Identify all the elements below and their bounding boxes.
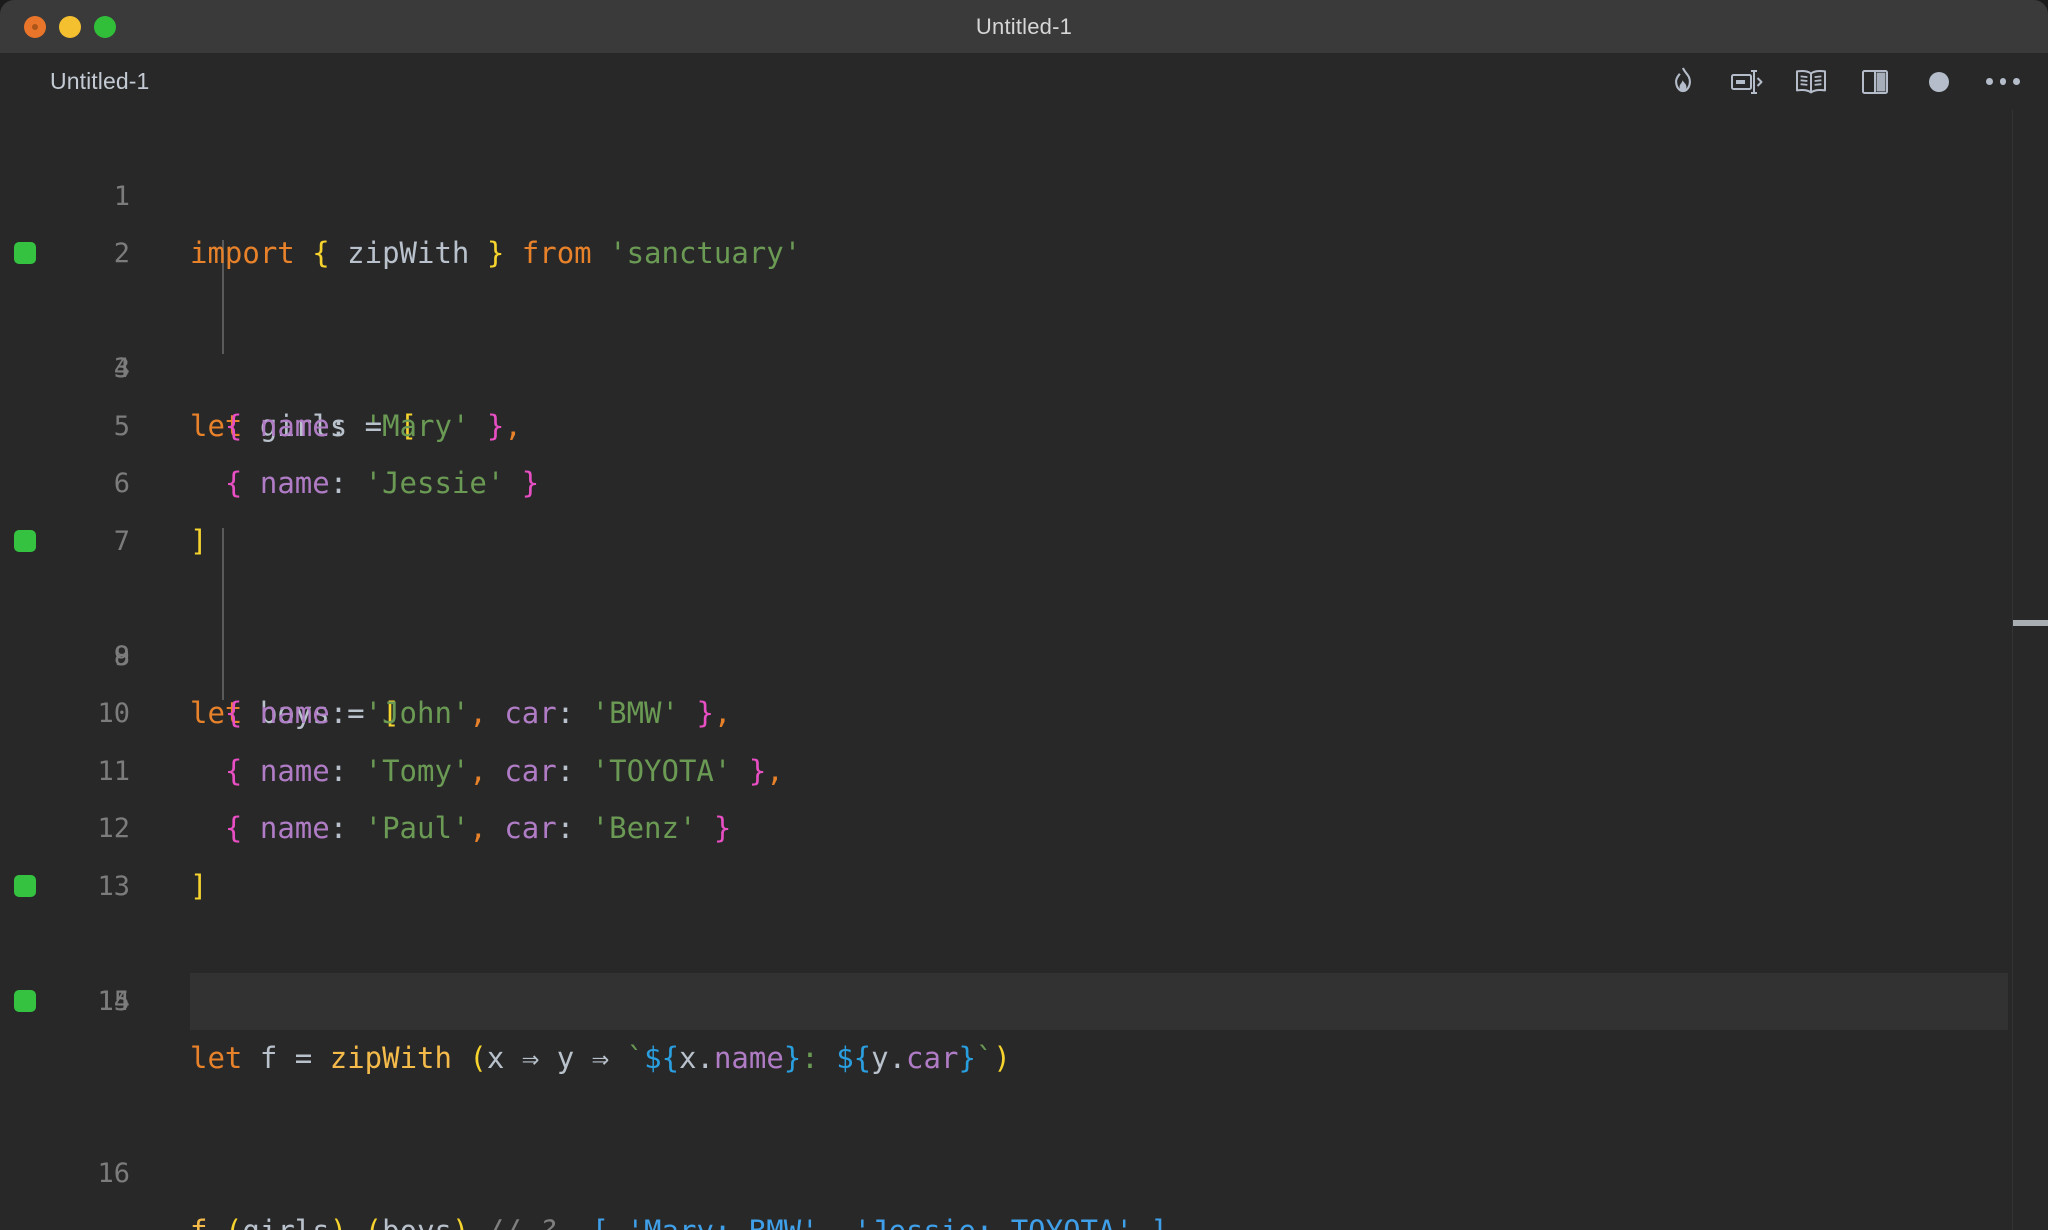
quokka-gutter-marker [14,242,36,264]
code-line[interactable]: 3 let girls = [ [0,225,2048,443]
token-paren-close: ) [993,1041,1011,1075]
editor-tabbar: Untitled-1 [0,53,2048,110]
token-param-x: x [486,1041,505,1075]
maximize-window-button[interactable] [94,15,116,38]
code-line[interactable]: 10 { name: 'Tomy', car: 'TOYOTA' }, [0,628,2048,788]
window-title: Untitled-1 [975,13,1073,39]
open-book-icon[interactable] [1794,65,1828,99]
token-paren-close: ) [452,1214,469,1230]
more-dot-3 [2013,78,2021,85]
token-backtick-close: ` [975,1041,994,1075]
code-line[interactable]: 12 ] [0,743,2048,903]
close-window-button[interactable] [24,15,46,38]
code-line[interactable]: 4 { name: 'Mary' }, [0,283,2048,443]
token-prop-name: name [713,1041,784,1075]
editor-toolbar [1666,53,2021,110]
code-line[interactable]: 1 import { zipWith } from 'sanctuary' [0,110,2048,271]
token-expr-close-1: } [783,1041,802,1075]
code-editor[interactable]: 1 import { zipWith } from 'sanctuary' 2 … [0,110,2048,1230]
line-content: f (girls) (boys) // ? [ 'Mary: BMW', 'Je… [190,1203,1168,1230]
overview-ruler-marker [2013,620,2048,626]
minimize-window-button[interactable] [59,15,81,38]
code-line[interactable]: 14 let f = zipWith (x ⇒ y ⇒ `${x.name}: … [0,858,2048,1075]
code-surface[interactable]: 1 import { zipWith } from 'sanctuary' 2 … [0,110,2048,1230]
token-arg-boys: boys [382,1214,452,1230]
more-actions-icon[interactable] [1986,65,2021,99]
split-editor-icon[interactable] [1858,65,1892,99]
line-content: let f = zipWith (x ⇒ y ⇒ `${x.name}: ${y… [190,1030,1011,1088]
more-dot-2 [1999,78,2007,85]
token-prop-car: car [906,1041,959,1075]
code-line[interactable]: 13 [0,800,2048,902]
window-titlebar: Untitled-1 [0,0,2048,53]
quokka-gutter-marker [14,874,36,897]
token-var-f: f [259,1041,278,1075]
code-line[interactable]: 6 ] [0,398,2048,558]
code-line[interactable]: 9 { name: 'John', car: 'BMW' }, [0,570,2048,731]
token-paren-open: ( [225,1214,242,1230]
token-arg-girls: girls [242,1214,329,1230]
flame-icon[interactable] [1666,65,1700,99]
code-line[interactable]: 15 [0,915,2048,1017]
code-line[interactable]: 2 [0,168,2048,269]
overview-ruler[interactable] [2012,110,2048,1230]
token-paren-close: ) [330,1214,347,1230]
token-backtick-open: ` [626,1041,645,1075]
token-paren-open: ( [469,1041,487,1075]
code-line[interactable]: 11 { name: 'Paul', car: 'Benz' } [0,685,2048,846]
window-controls [24,15,116,38]
token-template-colon: : [801,1041,819,1075]
code-line[interactable]: 7 [0,455,2048,557]
quokka-comment-marker: // ? [487,1214,557,1230]
token-x-dot: x. [679,1041,714,1075]
token-fn-f: f [190,1214,207,1230]
editor-window: Untitled-1 Untitled-1 1 import {zipWith… [0,0,2048,1230]
token-y-dot: y. [871,1041,907,1075]
quokka-gutter-marker [14,529,36,552]
code-line[interactable]: 8 let boys = [ [0,513,2048,730]
code-line[interactable]: 5 { name: 'Jessie' } [0,340,2048,501]
line-number: 16 [97,1158,130,1189]
more-dot-1 [1986,78,1993,85]
token-fn-zipwith: zipWith [329,1041,452,1075]
token-param-y: y [556,1041,575,1075]
quokka-gutter-marker [14,989,36,1012]
token-arrow-1: ⇒ [521,1041,540,1075]
token-expr-open-1: ${ [644,1041,680,1075]
token-equals: = [294,1041,313,1075]
code-line-active[interactable]: 16 f (girls) (boys) // ? [ 'Mary: BMW', … [0,972,2048,1230]
tab-untitled-1[interactable]: Untitled-1 [50,68,149,95]
record-dot-icon[interactable] [1922,65,1956,99]
active-line-highlight [190,972,2008,1030]
token-keyword-let: let [190,1041,243,1075]
token-arrow-2: ⇒ [591,1041,610,1075]
token-paren-open: ( [365,1214,382,1230]
run-quokka-icon[interactable] [1730,65,1764,99]
token-expr-close-2: } [958,1041,976,1075]
quokka-inline-result: [ 'Mary: BMW', 'Jessie: TOYOTA' ] [592,1214,1168,1230]
token-expr-open-2: ${ [836,1041,872,1075]
